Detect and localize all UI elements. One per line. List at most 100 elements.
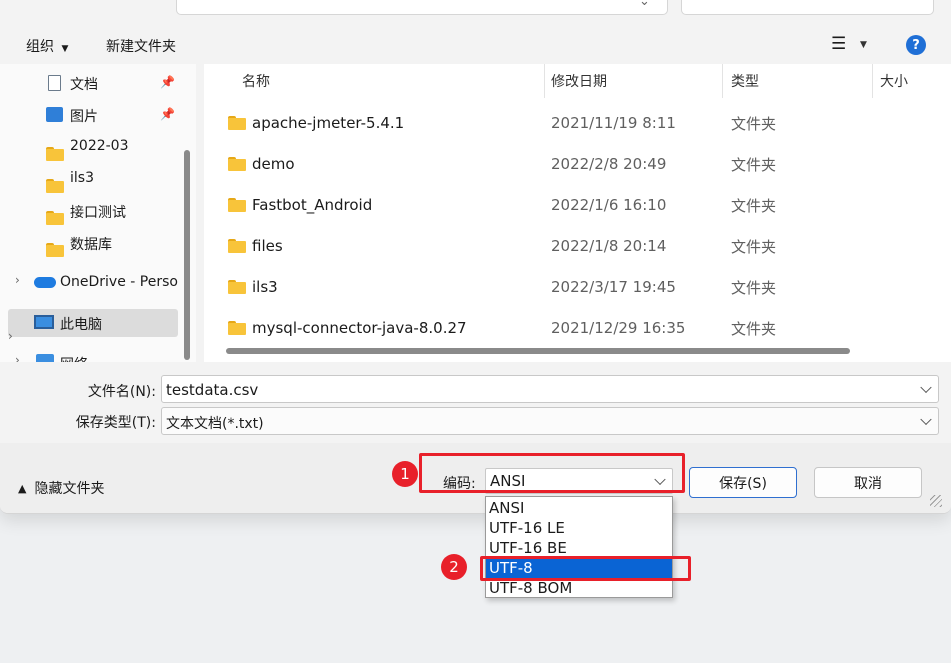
chevron-down-icon[interactable] — [920, 413, 932, 426]
sidebar-item-label: 2022-03 — [70, 138, 129, 154]
sidebar-item-database[interactable]: 数据库 — [0, 229, 180, 257]
column-divider[interactable] — [722, 64, 723, 98]
sidebar-item-2022-03[interactable]: 2022-03 — [0, 133, 180, 161]
chevron-right-icon[interactable]: › — [15, 353, 20, 362]
chevron-right-icon[interactable]: › — [8, 329, 13, 343]
sidebar-scrollbar[interactable] — [184, 150, 190, 360]
pin-icon[interactable]: 📌 — [160, 75, 175, 89]
file-name: Fastbot_Android — [252, 196, 373, 214]
view-caret-icon[interactable]: ▼ — [860, 40, 867, 50]
file-name: files — [252, 237, 283, 255]
file-name: demo — [252, 155, 295, 173]
column-header-name[interactable]: 名称 — [242, 64, 270, 98]
folder-icon — [228, 198, 246, 212]
file-row[interactable]: ils3 2022/3/17 19:45 文件夹 — [204, 267, 951, 307]
sidebar-item-label: ils3 — [70, 170, 94, 186]
chevron-right-icon[interactable]: › — [15, 273, 20, 287]
encoding-option-utf8bom[interactable]: UTF-8 BOM — [486, 578, 672, 598]
file-type: 文件夹 — [731, 155, 777, 174]
search-box[interactable] — [681, 0, 934, 15]
hide-folders-toggle[interactable]: ▲ 隐藏文件夹 — [18, 478, 104, 498]
save-as-dialog: ⌄ 组织 ▼ 新建文件夹 ☰ ▼ ? 文档 📌 图片 📌 2022-03 ils… — [0, 0, 951, 514]
column-header-modified[interactable]: 修改日期 — [551, 64, 607, 98]
folder-icon — [46, 211, 64, 225]
resize-grip-icon[interactable] — [930, 495, 942, 507]
help-icon[interactable]: ? — [906, 35, 926, 55]
filetype-select[interactable]: 文本文档(*.txt) — [161, 407, 939, 435]
column-header-type[interactable]: 类型 — [731, 64, 759, 98]
column-divider[interactable] — [544, 64, 545, 98]
file-list-scrollbar[interactable] — [226, 348, 850, 354]
navigation-pane: 文档 📌 图片 📌 2022-03 ils3 接口测试 数据库 › OneDri… — [0, 64, 196, 362]
annotation-badge-1: 1 — [392, 461, 418, 487]
file-row[interactable]: Fastbot_Android 2022/1/6 16:10 文件夹 — [204, 185, 951, 225]
folder-icon — [228, 157, 246, 171]
annotation-badge-2: 2 — [441, 554, 467, 580]
sidebar-item-label: 数据库 — [70, 237, 112, 253]
column-header-size[interactable]: 大小 — [880, 64, 908, 98]
folder-icon — [46, 147, 64, 161]
encoding-option-utf16be[interactable]: UTF-16 BE — [486, 538, 672, 558]
file-type: 文件夹 — [731, 319, 777, 338]
file-modified: 2022/3/17 19:45 — [551, 278, 676, 296]
file-type: 文件夹 — [731, 278, 777, 297]
pin-icon[interactable]: 📌 — [160, 107, 175, 121]
filename-value: testdata.csv — [166, 381, 259, 399]
view-list-icon[interactable]: ☰ — [831, 36, 846, 53]
chevron-up-icon: ▲ — [18, 481, 27, 495]
caret-down-icon: ▼ — [61, 44, 69, 54]
filetype-label: 保存类型(T): — [75, 415, 156, 431]
file-row[interactable]: apache-jmeter-5.4.1 2021/11/19 8:11 文件夹 — [204, 103, 951, 143]
sort-ascending-icon: ˄ — [384, 64, 390, 74]
computer-icon — [34, 315, 54, 329]
file-row[interactable]: demo 2022/2/8 20:49 文件夹 — [204, 144, 951, 184]
annotation-box-utf8 — [480, 556, 691, 581]
sidebar-item-label: 接口测试 — [70, 205, 126, 221]
sidebar-item-documents[interactable]: 文档 📌 — [0, 69, 180, 97]
sidebar-item-label: 图片 — [70, 109, 98, 125]
chevron-down-icon[interactable] — [920, 381, 932, 394]
file-modified: 2022/2/8 20:49 — [551, 155, 667, 173]
folder-icon — [228, 116, 246, 130]
sidebar-item-ils3[interactable]: ils3 — [0, 165, 180, 193]
annotation-box-encoding — [419, 453, 685, 493]
filetype-value: 文本文档(*.txt) — [166, 416, 264, 432]
network-icon — [36, 354, 54, 362]
folder-icon — [228, 280, 246, 294]
sidebar-item-onedrive[interactable]: › OneDrive - Perso — [0, 269, 180, 297]
file-modified: 2021/12/29 16:35 — [551, 319, 686, 337]
onedrive-icon — [34, 277, 56, 288]
file-modified: 2021/11/19 8:11 — [551, 114, 676, 132]
new-folder-button[interactable]: 新建文件夹 — [106, 36, 176, 56]
address-bar[interactable]: ⌄ — [176, 0, 668, 15]
sidebar-item-label: OneDrive - Perso — [60, 274, 178, 290]
file-name: ils3 — [252, 278, 278, 296]
cancel-button[interactable]: 取消 — [814, 467, 922, 498]
picture-icon — [46, 107, 63, 122]
dropdown-arrow-icon[interactable]: ⌄ — [639, 0, 650, 9]
filename-label: 文件名(N): — [87, 384, 156, 400]
file-row[interactable]: mysql-connector-java-8.0.27 2021/12/29 1… — [204, 308, 951, 348]
file-type: 文件夹 — [731, 114, 777, 133]
sidebar-item-this-pc[interactable]: 此电脑 — [8, 309, 178, 337]
sidebar-item-network[interactable]: › 网络 — [0, 349, 180, 362]
file-modified: 2022/1/8 20:14 — [551, 237, 667, 255]
encoding-option-utf16le[interactable]: UTF-16 LE — [486, 518, 672, 538]
document-icon — [48, 75, 61, 91]
file-row[interactable]: files 2022/1/8 20:14 文件夹 — [204, 226, 951, 266]
organize-button[interactable]: 组织 ▼ — [26, 36, 68, 56]
folder-icon — [228, 321, 246, 335]
sidebar-item-pictures[interactable]: 图片 📌 — [0, 101, 180, 129]
folder-icon — [228, 239, 246, 253]
file-list: ˄ 名称 修改日期 类型 大小 apache-jmeter-5.4.1 2021… — [204, 64, 951, 362]
folder-icon — [46, 243, 64, 257]
file-name: apache-jmeter-5.4.1 — [252, 114, 405, 132]
column-divider[interactable] — [872, 64, 873, 98]
filename-input[interactable]: testdata.csv — [161, 375, 939, 403]
organize-label: 组织 — [26, 39, 54, 55]
save-button[interactable]: 保存(S) — [689, 467, 797, 498]
encoding-option-ansi[interactable]: ANSI — [486, 498, 672, 518]
file-name: mysql-connector-java-8.0.27 — [252, 319, 467, 337]
hide-folders-label: 隐藏文件夹 — [34, 481, 105, 497]
sidebar-item-api-test[interactable]: 接口测试 — [0, 197, 180, 225]
